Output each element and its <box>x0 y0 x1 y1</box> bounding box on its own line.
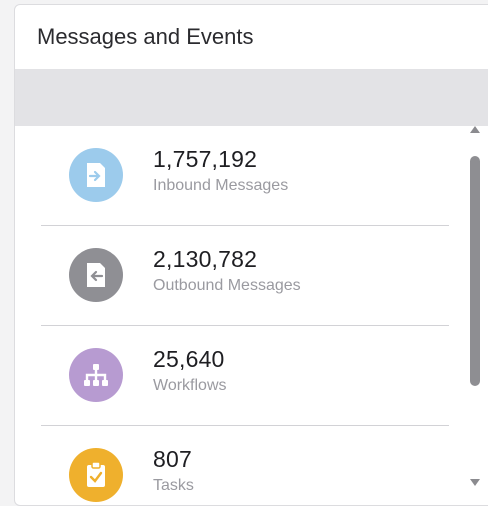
stat-value: 807 <box>153 446 192 472</box>
panel-toolbar-band <box>15 69 488 126</box>
stat-row-outbound[interactable]: 2,130,782 Outbound Messages <box>41 226 449 326</box>
scrollbar-thumb[interactable] <box>470 156 480 386</box>
stat-row-tasks[interactable]: 807 Tasks <box>41 426 449 505</box>
messages-events-panel: Messages and Events 1,757,192 Inbound Me… <box>14 4 488 506</box>
scroll-down-arrow-icon[interactable] <box>470 479 480 486</box>
vertical-scrollbar[interactable] <box>470 126 480 486</box>
panel-title: Messages and Events <box>37 24 254 49</box>
inbound-message-icon <box>69 148 123 202</box>
scroll-up-arrow-icon[interactable] <box>470 126 480 133</box>
stat-label: Tasks <box>153 477 194 494</box>
stat-value: 2,130,782 <box>153 246 258 272</box>
stat-label: Outbound Messages <box>153 277 301 294</box>
clipboard-check-icon <box>69 448 123 502</box>
stat-row-inbound[interactable]: 1,757,192 Inbound Messages <box>41 126 449 226</box>
workflow-icon <box>69 348 123 402</box>
stat-row-workflows[interactable]: 25,640 Workflows <box>41 326 449 426</box>
stat-label: Workflows <box>153 377 227 394</box>
stats-list: 1,757,192 Inbound Messages 2,130,782 Out… <box>15 126 488 505</box>
stat-value: 1,757,192 <box>153 146 258 172</box>
stat-value: 25,640 <box>153 346 225 372</box>
outbound-message-icon <box>69 248 123 302</box>
stat-label: Inbound Messages <box>153 177 289 194</box>
